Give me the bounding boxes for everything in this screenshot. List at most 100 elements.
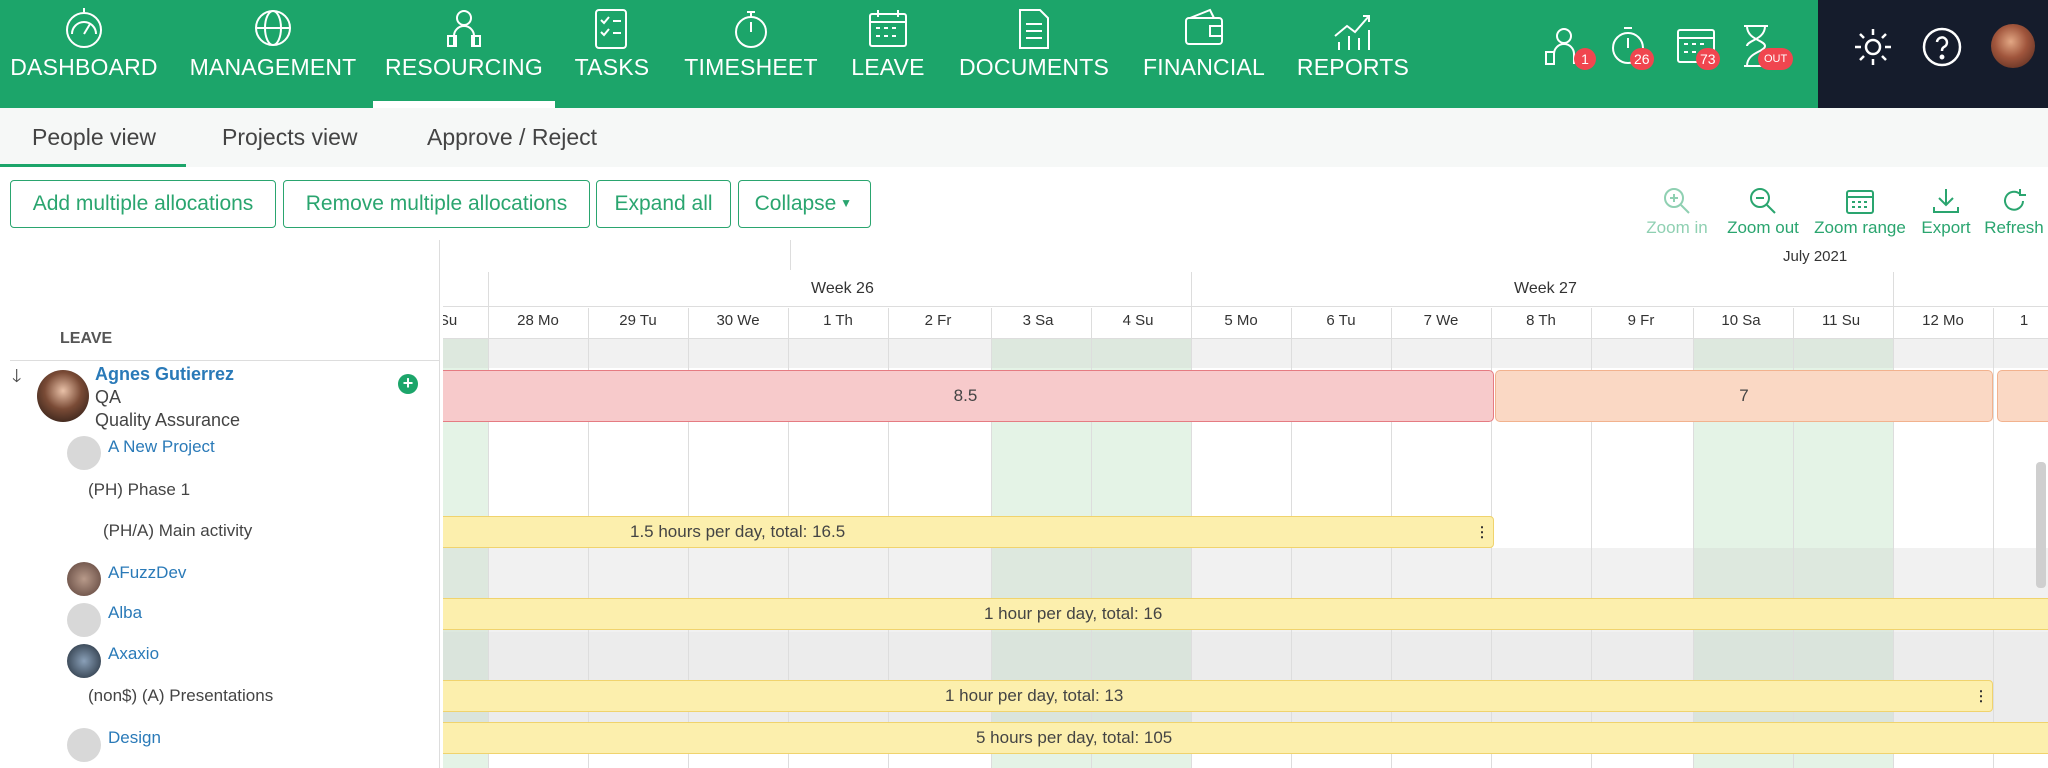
project-avatar bbox=[67, 436, 101, 470]
allocation-label: 5 hours per day, total: 105 bbox=[976, 728, 1173, 747]
export-tool[interactable]: Export bbox=[1918, 186, 1974, 238]
add-multiple-allocations-button[interactable]: Add multiple allocations bbox=[10, 180, 276, 228]
nav-leave-label: LEAVE bbox=[851, 54, 925, 80]
kebab-menu-icon[interactable]: ⋮ bbox=[1974, 688, 1988, 705]
wallet-icon bbox=[1185, 8, 1223, 45]
nav-timesheet[interactable]: TIMESHEET bbox=[684, 0, 818, 108]
allocation-label: 1.5 hours per day, total: 16.5 bbox=[630, 522, 846, 541]
nav-reports[interactable]: REPORTS bbox=[1297, 0, 1409, 108]
project-avatar bbox=[67, 603, 101, 637]
timeline-grid: July 2021 Week 26 Week 27 Su 28 Mo 29 Tu… bbox=[443, 240, 2048, 768]
nav-resourcing-label: RESOURCING bbox=[385, 54, 543, 80]
header-line bbox=[443, 306, 2048, 307]
week-divider bbox=[1893, 272, 1894, 308]
top-navigation: DASHBOARD MANAGEMENT RESOURCING TASKS TI… bbox=[0, 0, 2048, 108]
activity-label: (PH/A) Main activity bbox=[103, 521, 253, 540]
project-link-alba[interactable]: Alba bbox=[108, 603, 142, 623]
person-name-link[interactable]: Agnes Gutierrez bbox=[95, 364, 234, 385]
gear-icon[interactable] bbox=[1852, 26, 1894, 68]
zoom-out-icon bbox=[1750, 188, 1776, 214]
presentations-label: (non$) (A) Presentations bbox=[88, 686, 274, 705]
collapse-dropdown-button[interactable]: Collapse ▼ bbox=[738, 180, 871, 228]
export-label: Export bbox=[1921, 218, 1971, 237]
allocation-label: 1 hour per day, total: 16 bbox=[984, 604, 1163, 623]
day-header: 1 bbox=[2019, 312, 2029, 329]
tab-people-view[interactable]: People view bbox=[32, 124, 156, 151]
leave-allocation-bar[interactable] bbox=[1997, 370, 2048, 422]
section-divider bbox=[10, 360, 440, 361]
leave-hours-label: 8.5 bbox=[953, 386, 978, 405]
globe-icon bbox=[255, 10, 291, 46]
day-header: 8 Th bbox=[1526, 312, 1556, 329]
allocation-bar[interactable]: 1 hour per day, total: 13 ⋮ bbox=[443, 680, 1993, 712]
leave-allocation-bar[interactable]: 8.5 bbox=[443, 370, 1494, 422]
nav-active-indicator bbox=[373, 101, 555, 108]
week-26-label: Week 26 bbox=[811, 280, 874, 297]
section-leave-label: LEAVE bbox=[60, 330, 113, 347]
week-divider bbox=[488, 272, 489, 308]
help-icon[interactable] bbox=[1921, 26, 1963, 68]
add-allocation-icon[interactable]: + bbox=[398, 374, 418, 394]
nav-leave[interactable]: LEAVE bbox=[846, 0, 930, 108]
nav-dashboard-label: DASHBOARD bbox=[10, 54, 158, 80]
week-divider bbox=[1191, 272, 1192, 308]
day-header: 11 Su bbox=[1821, 312, 1861, 329]
day-gridline bbox=[1993, 308, 1994, 768]
project-avatar bbox=[67, 562, 101, 596]
day-header: 1 Th bbox=[823, 312, 853, 329]
nav-resourcing[interactable]: RESOURCING bbox=[376, 0, 552, 108]
allocation-bar[interactable]: 1 hour per day, total: 16 bbox=[443, 598, 2048, 630]
header-line bbox=[443, 338, 2048, 339]
tab-approve-reject[interactable]: Approve / Reject bbox=[427, 124, 597, 151]
zoom-in-label: Zoom in bbox=[1646, 218, 1708, 237]
week-27-label: Week 27 bbox=[1514, 280, 1577, 297]
zoom-range-tool[interactable]: Zoom range bbox=[1812, 186, 1908, 238]
user-avatar[interactable] bbox=[1991, 24, 2035, 68]
vertical-scrollbar[interactable] bbox=[2036, 462, 2046, 588]
expand-all-button[interactable]: Expand all bbox=[596, 180, 731, 228]
project-link-a-new-project[interactable]: A New Project bbox=[108, 437, 215, 457]
zoom-out-label: Zoom out bbox=[1727, 218, 1799, 237]
nav-documents[interactable]: DOCUMENTS bbox=[959, 0, 1109, 108]
project-avatar bbox=[67, 644, 101, 678]
kebab-menu-icon[interactable]: ⋮ bbox=[1475, 524, 1489, 541]
refresh-label: Refresh bbox=[1984, 218, 2044, 237]
nav-tasks[interactable]: TASKS bbox=[570, 0, 654, 108]
active-tab-indicator bbox=[0, 164, 186, 167]
calendar-icon bbox=[869, 10, 907, 47]
leave-allocation-bar[interactable]: 7 bbox=[1495, 370, 1993, 422]
nav-management[interactable]: MANAGEMENT bbox=[188, 0, 358, 108]
allocation-label: 1 hour per day, total: 13 bbox=[945, 686, 1124, 705]
leave-hours-label: 7 bbox=[1739, 386, 1749, 405]
nav-timesheet-label: TIMESHEET bbox=[684, 54, 818, 80]
allocation-bar[interactable]: 5 hours per day, total: 105 bbox=[443, 722, 2048, 754]
header-divider bbox=[790, 240, 791, 270]
nav-dashboard[interactable]: DASHBOARD bbox=[0, 0, 168, 108]
zoom-range-calendar-icon bbox=[1846, 190, 1874, 214]
project-link-design[interactable]: Design bbox=[108, 728, 161, 748]
expand-arrow-icon[interactable]: 🡓 bbox=[12, 364, 21, 394]
zoom-range-label: Zoom range bbox=[1814, 218, 1906, 237]
nav-financial[interactable]: FINANCIAL bbox=[1140, 0, 1268, 108]
leave-row bbox=[443, 338, 2048, 368]
nav-financial-label: FINANCIAL bbox=[1143, 54, 1265, 80]
nav-management-label: MANAGEMENT bbox=[189, 54, 357, 80]
day-header: 29 Tu bbox=[619, 312, 657, 329]
project-link-axaxio[interactable]: Axaxio bbox=[108, 644, 159, 664]
day-header: 2 Fr bbox=[924, 312, 952, 329]
day-header: 4 Su bbox=[1122, 312, 1154, 329]
day-header: 12 Mo bbox=[1922, 312, 1964, 329]
chart-growth-icon bbox=[1334, 15, 1370, 50]
allocation-bar[interactable]: 1.5 hours per day, total: 16.5 ⋮ bbox=[443, 516, 1494, 548]
tab-projects-view[interactable]: Projects view bbox=[222, 124, 357, 151]
day-header: 6 Tu bbox=[1326, 312, 1356, 329]
project-link-afuzzdev[interactable]: AFuzzDev bbox=[108, 563, 186, 583]
day-header: 3 Sa bbox=[1022, 312, 1054, 329]
collapse-label: Collapse bbox=[754, 192, 837, 215]
refresh-tool[interactable]: Refresh bbox=[1984, 186, 2044, 238]
zoom-out-tool[interactable]: Zoom out bbox=[1724, 186, 1802, 238]
remove-multiple-allocations-button[interactable]: Remove multiple allocations bbox=[283, 180, 590, 228]
phase-label: (PH) Phase 1 bbox=[88, 480, 191, 499]
zoom-in-tool[interactable]: Zoom in bbox=[1644, 186, 1710, 238]
dashboard-gauge-icon bbox=[66, 8, 102, 48]
